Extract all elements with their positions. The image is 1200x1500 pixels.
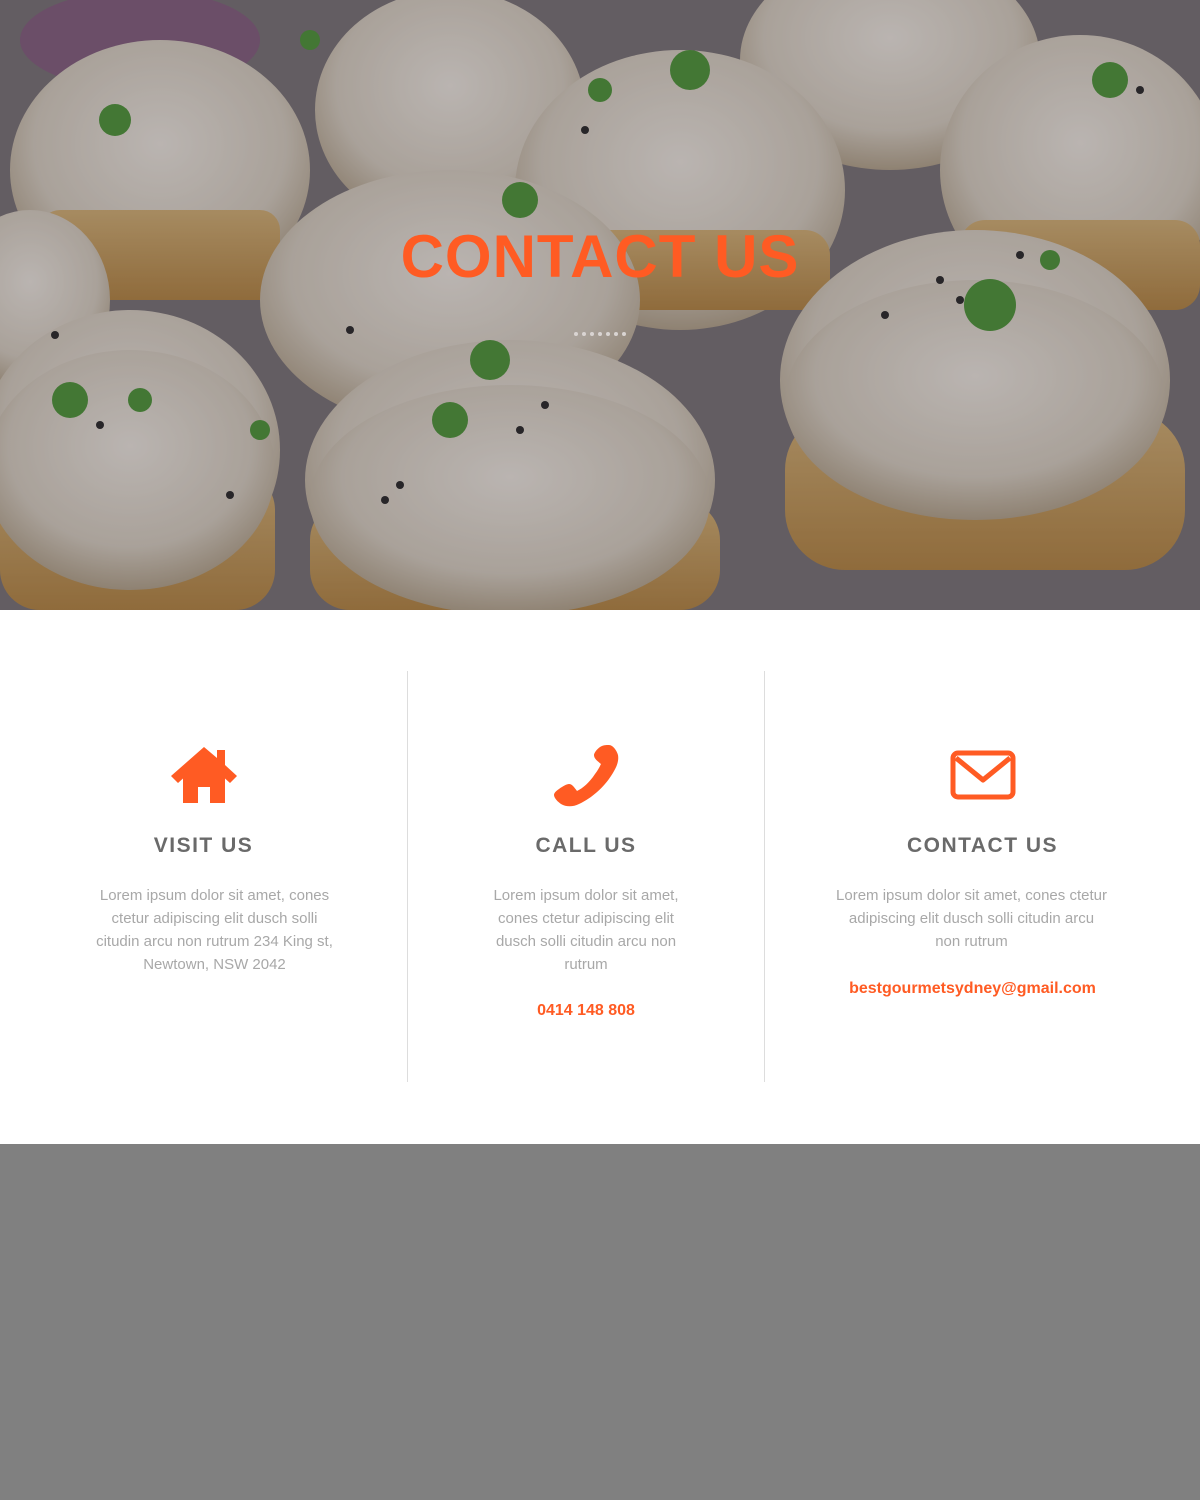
phone-icon: [554, 745, 619, 807]
call-us-card: CALL US Lorem ipsum dolor sit amet, cone…: [407, 671, 764, 1082]
home-icon: [170, 747, 237, 803]
visit-us-text: Lorem ipsum dolor sit amet, cones ctetur…: [96, 887, 333, 973]
email-link[interactable]: bestgourmetsydney@gmail.com: [745, 980, 1200, 998]
contact-info-section: VISIT US Lorem ipsum dolor sit amet, con…: [0, 610, 1200, 1144]
visit-us-card: VISIT US Lorem ipsum dolor sit amet, con…: [0, 671, 407, 1082]
contact-us-text: Lorem ipsum dolor sit amet, cones ctetur…: [836, 887, 1107, 950]
call-us-text: Lorem ipsum dolor sit amet, cones ctetur…: [493, 887, 679, 973]
page-title: CONTACT US: [400, 223, 800, 290]
envelope-icon: [950, 750, 1015, 800]
contact-us-card: CONTACT US Lorem ipsum dolor sit amet, c…: [764, 671, 1200, 1082]
hero-overlay: [0, 0, 1200, 610]
title-divider-dots: [0, 332, 1200, 336]
visit-us-title: VISIT US: [153, 834, 254, 857]
contact-us-title: CONTACT US: [906, 834, 1059, 857]
phone-number-link[interactable]: 0414 148 808: [408, 1002, 764, 1020]
hero-banner: CONTACT US: [0, 0, 1200, 610]
call-us-title: CALL US: [535, 834, 637, 857]
footer-area: [0, 1144, 1200, 1500]
